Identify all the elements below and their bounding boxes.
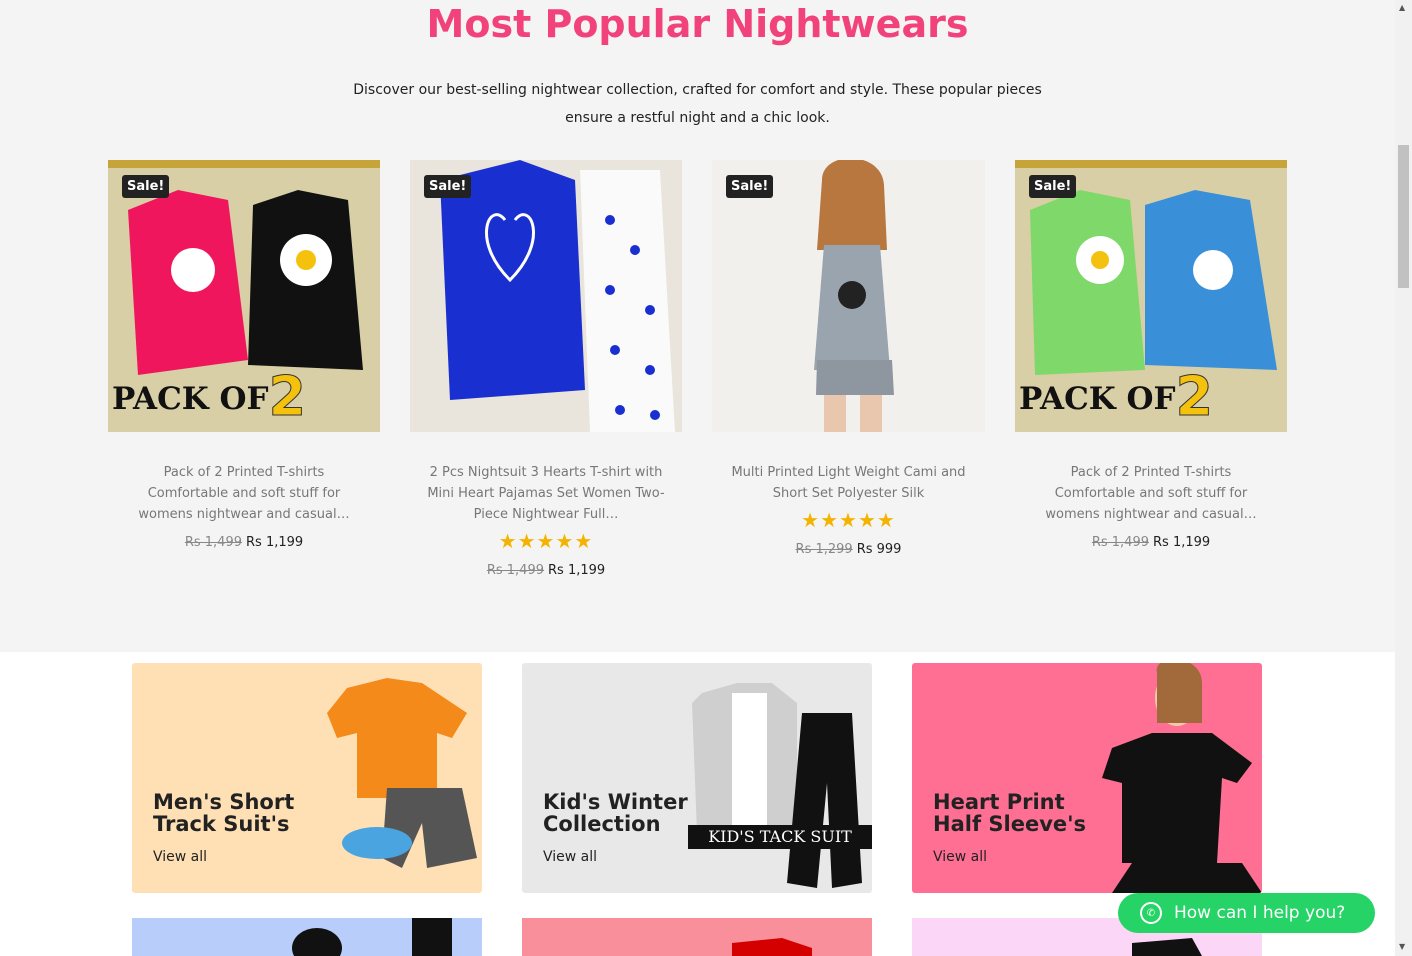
scrollbar-thumb[interactable]	[1398, 145, 1409, 288]
product-price: Rs 1,299 Rs 999	[795, 542, 902, 557]
scroll-down-icon[interactable]: ▼	[1399, 942, 1405, 951]
product-price: Rs 1,499 Rs 1,199	[184, 535, 304, 550]
product-card[interactable]: Sale! PACK OF2 Pack of 2 Printed T-shirt…	[1015, 160, 1287, 550]
product-image[interactable]: Sale! PACK OF2	[108, 160, 380, 432]
product-name[interactable]: Pack of 2 Printed T-shirts Comfortable a…	[108, 462, 380, 525]
product-card[interactable]: Sale! PACK OF2 Pack of 2 Printed T-shirt…	[108, 160, 380, 550]
page-scrollbar[interactable]: ▲ ▼	[1395, 0, 1412, 956]
product-photo	[814, 160, 894, 432]
category-title: Heart Print Half Sleeve's	[933, 790, 1087, 836]
kids-overlay-label: KID'S TACK SUIT	[688, 825, 872, 849]
view-all-link[interactable]: View all	[543, 849, 597, 865]
category-title: Men's Short Track Suit's	[153, 790, 295, 836]
category-banner-heart[interactable]: Heart Print Half Sleeve's View all	[912, 663, 1262, 893]
product-price: Rs 1,499 Rs 1,199	[1091, 535, 1211, 550]
whatsapp-chat-button[interactable]: ✆ How can I help you?	[1118, 893, 1375, 933]
product-image[interactable]: Sale! PACK OF2	[1015, 160, 1287, 432]
product-photo	[440, 160, 675, 432]
category-banner-kids[interactable]: KID'S TACK SUIT Kid's Winter Collection …	[522, 663, 872, 893]
category-title: Kid's Winter Collection	[543, 790, 688, 836]
category-banner-partial[interactable]	[522, 918, 872, 956]
category-banner-mens[interactable]: Men's Short Track Suit's View all	[132, 663, 482, 893]
popular-section: Most Popular Nightwears Discover our bes…	[0, 0, 1395, 652]
rating-stars: ★★★★★	[498, 529, 594, 553]
rating-stars: ★★★★★	[801, 508, 896, 532]
product-name[interactable]: 2 Pcs Nightsuit 3 Hearts T-shirt with Mi…	[410, 462, 682, 525]
view-all-link[interactable]: View all	[933, 849, 987, 865]
product-image[interactable]: Sale!	[712, 160, 985, 432]
product-name[interactable]: Multi Printed Light Weight Cami and Shor…	[712, 462, 985, 504]
category-photo	[732, 938, 812, 956]
scroll-up-icon[interactable]: ▲	[1399, 3, 1405, 12]
sale-badge: Sale!	[726, 175, 774, 198]
pack-overlay: PACK OF2	[1019, 365, 1214, 429]
section-description: Discover our best-selling nightwear coll…	[353, 82, 1042, 126]
pack-overlay: PACK OF2	[112, 365, 307, 429]
product-card[interactable]: Sale! 2 Pcs Nightsuit 3 Hearts T-shirt w…	[410, 160, 682, 578]
whatsapp-icon: ✆	[1140, 902, 1162, 924]
product-name[interactable]: Pack of 2 Printed T-shirts Comfortable a…	[1015, 462, 1287, 525]
category-photo	[292, 918, 452, 956]
product-image[interactable]: Sale!	[410, 160, 682, 432]
sale-badge: Sale!	[424, 175, 472, 198]
sale-badge: Sale!	[1029, 175, 1077, 198]
whatsapp-label: How can I help you?	[1174, 903, 1346, 923]
section-title: Most Popular Nightwears	[426, 2, 969, 46]
product-price: Rs 1,499 Rs 1,199	[486, 563, 606, 578]
product-card[interactable]: Sale! Multi Printed Light Weight Cami an…	[712, 160, 985, 557]
category-banner-partial[interactable]	[132, 918, 482, 956]
view-all-link[interactable]: View all	[153, 849, 207, 865]
sale-badge: Sale!	[122, 175, 170, 198]
